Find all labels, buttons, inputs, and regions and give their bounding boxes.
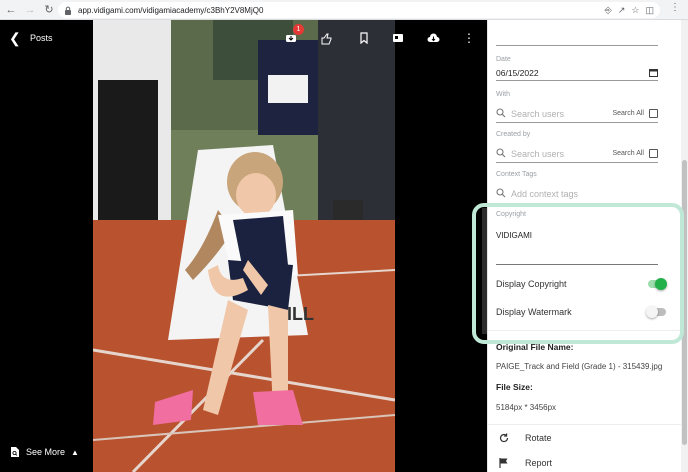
original-file-name-value: PAIGE_Track and Field (Grade 1) - 315439…: [496, 362, 663, 371]
rotate-label: Rotate: [525, 433, 552, 443]
highlight-edge: [482, 208, 487, 334]
date-value[interactable]: 06/15/2022: [496, 68, 539, 78]
created-by-search-all-label: Search All: [612, 150, 644, 157]
date-label: Date: [496, 56, 511, 63]
forward-arrow-icon[interactable]: →: [22, 2, 38, 18]
context-tags-field: Context Tags Add context tags: [496, 171, 658, 201]
back-label[interactable]: Posts: [30, 33, 53, 43]
more-options-icon[interactable]: ⋮: [462, 31, 476, 45]
with-field: With Search users Search All: [496, 91, 658, 123]
search-icon: [496, 108, 506, 118]
share-icon[interactable]: ↗: [618, 5, 626, 16]
search-icon: [496, 188, 506, 198]
with-label: With: [496, 91, 510, 98]
created-by-search-all-checkbox[interactable]: [649, 149, 658, 158]
photo-image: GILL: [93, 20, 395, 472]
cloud-download-icon[interactable]: [426, 31, 440, 45]
file-size-value: 5184px * 3456px: [496, 403, 557, 412]
lock-icon: [65, 6, 71, 15]
back-arrow-icon[interactable]: ←: [3, 2, 19, 18]
report-button[interactable]: Report: [488, 450, 682, 472]
bookmark-icon[interactable]: [357, 31, 371, 45]
created-by-search-input[interactable]: Search users: [511, 149, 564, 159]
with-search-all-label: Search All: [612, 110, 644, 117]
chevron-up-icon: ▲: [71, 447, 79, 457]
notification-badge: 1: [293, 24, 304, 35]
file-size-label: File Size:: [496, 382, 533, 392]
rotate-button[interactable]: Rotate: [488, 424, 682, 450]
report-label: Report: [525, 458, 553, 468]
browser-menu-icon[interactable]: ⋮: [670, 2, 680, 13]
photo: GILL: [93, 20, 395, 472]
bookmark-star-icon[interactable]: ☆: [631, 5, 639, 16]
like-icon[interactable]: [318, 31, 332, 45]
highlight-outline: [472, 203, 684, 344]
see-more-label: See More: [26, 447, 66, 457]
see-more-button[interactable]: See More ▲: [10, 446, 79, 458]
calendar-icon[interactable]: [649, 68, 658, 77]
sidepanel-icon[interactable]: ◫: [645, 5, 654, 16]
with-search-input[interactable]: Search users: [511, 109, 564, 119]
context-tags-label: Context Tags: [496, 171, 537, 178]
document-search-icon: [11, 447, 19, 457]
field-underline: [496, 45, 658, 46]
created-by-label: Created by: [496, 131, 531, 138]
url-text: app.vidigami.com/vidigamiacademy/c3BhY2V…: [78, 5, 264, 15]
back-icon[interactable]: ❮: [9, 30, 21, 47]
flag-icon: [499, 458, 508, 468]
address-bar[interactable]: app.vidigami.com/vidigamiacademy/c3BhY2V…: [58, 2, 660, 18]
created-by-field: Created by Search users Search All: [496, 131, 658, 163]
install-icon[interactable]: ⎆: [605, 5, 612, 16]
photo-viewer: GILL ❮ Posts 1 ⋮ See More ▲: [0, 20, 487, 472]
date-field[interactable]: Date 06/15/2022: [496, 56, 658, 82]
slideshow-icon[interactable]: [391, 31, 405, 45]
browser-toolbar: ← → ↻ app.vidigami.com/vidigamiacademy/c…: [0, 0, 688, 20]
search-icon: [496, 148, 506, 158]
reload-icon[interactable]: ↻: [41, 2, 57, 18]
context-tags-input[interactable]: Add context tags: [511, 189, 578, 199]
with-search-all-checkbox[interactable]: [649, 109, 658, 118]
rotate-icon: [499, 433, 509, 443]
